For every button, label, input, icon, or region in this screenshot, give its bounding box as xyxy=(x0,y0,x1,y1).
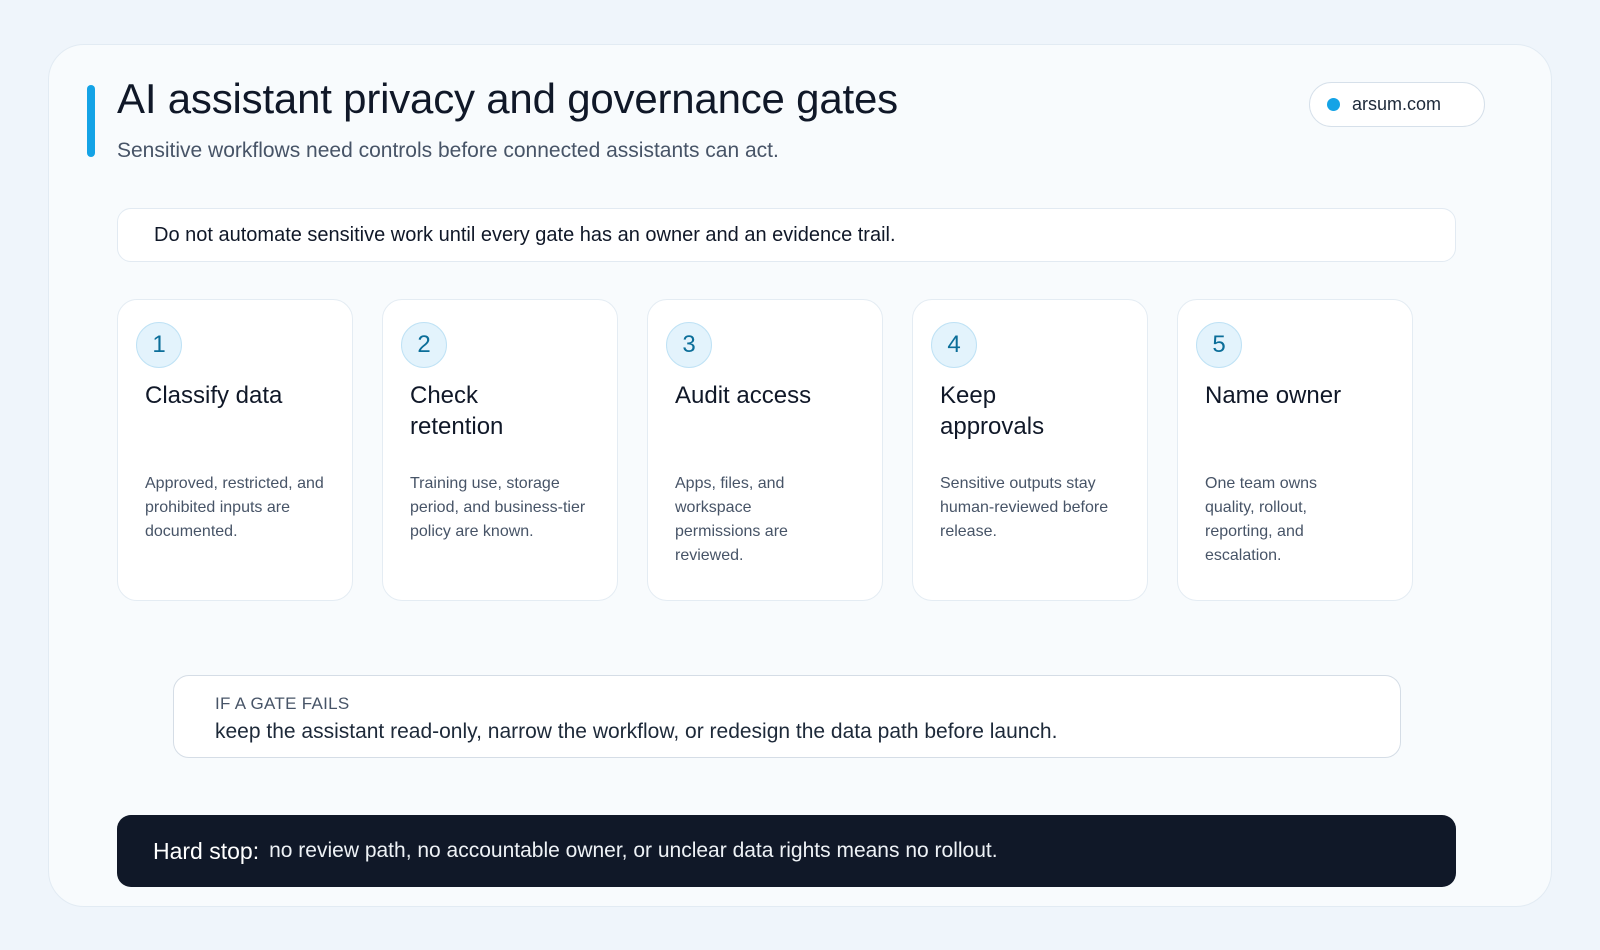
gate-title: Keep approvals xyxy=(940,382,1045,440)
gate-title: Check retention xyxy=(410,382,504,440)
gate-description: One team owns quality, rollout, reportin… xyxy=(1205,475,1318,564)
hard-stop-banner: Hard stop: no review path, no accountabl… xyxy=(117,815,1456,887)
gate-card-keep-approvals: 4 Keep approvals Sensitive outputs stay … xyxy=(912,299,1148,601)
gate-card-classify-data: 1 Classify data Approved, restricted, an… xyxy=(117,299,353,601)
gate-number-badge: 2 xyxy=(401,322,447,368)
gate-card-audit-access: 3 Audit access Apps, files, and workspac… xyxy=(647,299,883,601)
gate-number-badge: 4 xyxy=(931,322,977,368)
rule-banner: Do not automate sensitive work until eve… xyxy=(117,208,1456,262)
title-accent-bar xyxy=(87,85,95,157)
gate-description: Sensitive outputs stay human-reviewed be… xyxy=(940,475,1109,540)
fallback-label: IF A GATE FAILS xyxy=(215,694,350,713)
gate-number-badge: 1 xyxy=(136,322,182,368)
gate-list: 1 Classify data Approved, restricted, an… xyxy=(117,299,1417,601)
page-subtitle: Sensitive workflows need controls before… xyxy=(117,139,779,162)
gate-card-name-owner: 5 Name owner One team owns quality, roll… xyxy=(1177,299,1413,601)
gate-description: Training use, storage period, and busine… xyxy=(410,475,586,540)
domain-label: arsum.com xyxy=(1352,94,1442,114)
gate-title: Classify data xyxy=(145,382,283,409)
gate-title: Audit access xyxy=(675,382,812,409)
status-dot-icon xyxy=(1327,98,1340,111)
gate-description: Approved, restricted, and prohibited inp… xyxy=(145,475,324,540)
domain-badge: arsum.com xyxy=(1309,82,1485,127)
page-title: AI assistant privacy and governance gate… xyxy=(117,75,898,122)
hard-stop-text: no review path, no accountable owner, or… xyxy=(269,839,998,862)
gate-description: Apps, files, and workspace permissions a… xyxy=(675,475,788,564)
gate-card-check-retention: 2 Check retention Training use, storage … xyxy=(382,299,618,601)
gate-number-badge: 3 xyxy=(666,322,712,368)
hard-stop-label: Hard stop: xyxy=(153,837,260,864)
governance-card: AI assistant privacy and governance gate… xyxy=(48,44,1552,907)
fallback-text: keep the assistant read-only, narrow the… xyxy=(215,720,1058,743)
gate-title: Name owner xyxy=(1205,382,1342,409)
gate-number-badge: 5 xyxy=(1196,322,1242,368)
fallback-panel: IF A GATE FAILS keep the assistant read-… xyxy=(173,675,1401,758)
